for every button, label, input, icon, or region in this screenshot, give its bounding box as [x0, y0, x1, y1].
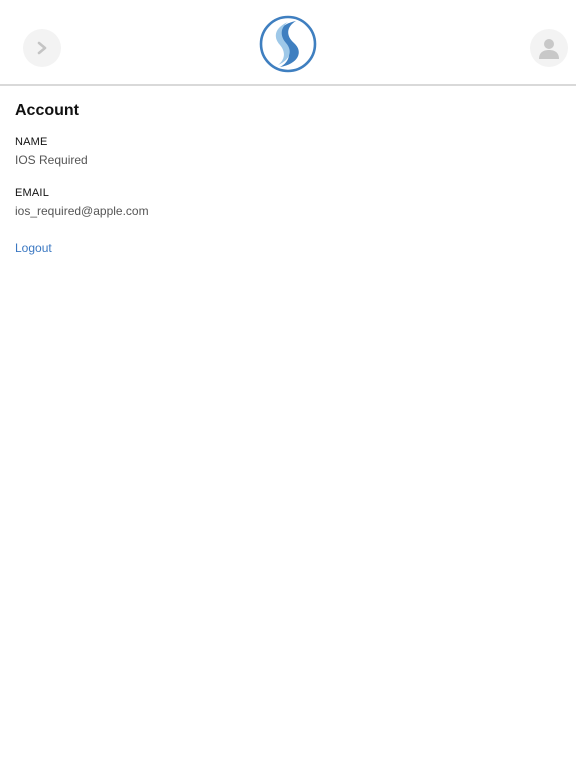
user-silhouette-icon: [539, 39, 559, 59]
name-label: NAME: [15, 136, 48, 148]
brand-s-logo-icon: [259, 15, 317, 73]
back-button[interactable]: [23, 29, 61, 67]
top-bar: [0, 0, 576, 86]
email-label: EMAIL: [15, 187, 50, 199]
brand-logo: [258, 14, 318, 74]
account-panel: Account NAME IOS Required EMAIL ios_requ…: [0, 86, 576, 257]
profile-button[interactable]: [530, 29, 568, 67]
name-value: IOS Required: [15, 153, 88, 167]
email-value: ios_required@apple.com: [15, 204, 149, 218]
logout-link[interactable]: Logout: [15, 241, 52, 255]
chevron-right-icon: [37, 41, 47, 55]
page-title: Account: [15, 102, 79, 119]
